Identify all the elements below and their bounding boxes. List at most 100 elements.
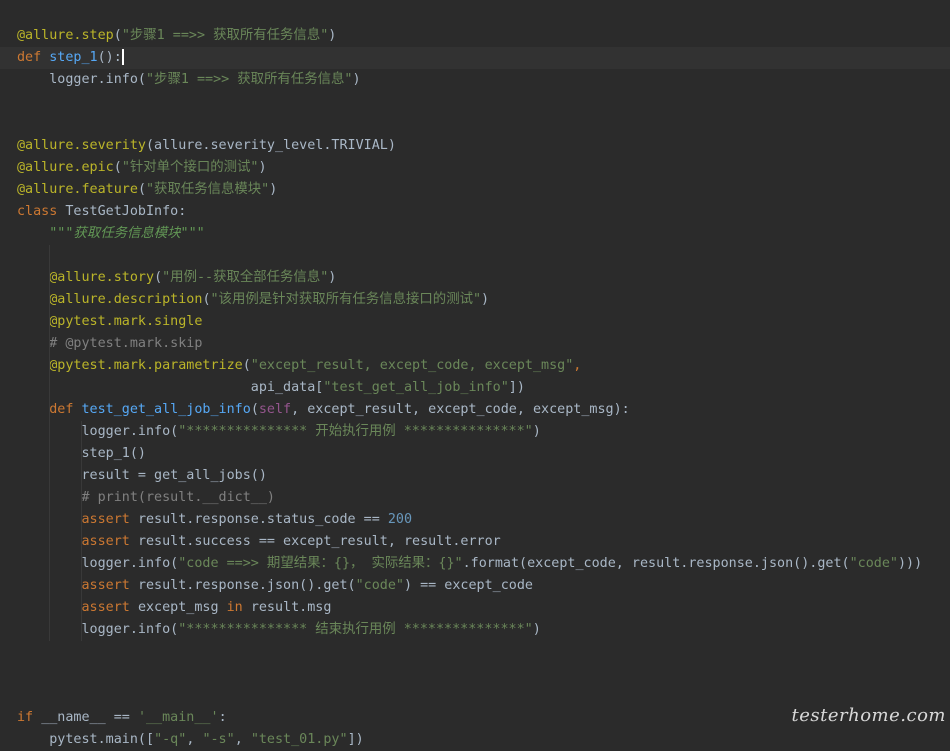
indent-guide [81,421,82,641]
code-token: assert [81,578,138,593]
code-line[interactable]: logger.info("*************** 开始执行用例 ****… [0,421,950,443]
code-line[interactable]: logger.info("*************** 结束执行用例 ****… [0,619,950,641]
code-line[interactable] [0,663,950,685]
code-token: "code ==>> 期望结果：{}， 实际结果：{}" [178,556,463,571]
code-token: test_get_all_job_info [81,402,251,417]
code-text: @allure.epic("针对单个接口的测试") [17,157,267,179]
code-token: result.response.status_code == [137,512,388,527]
code-token: @allure.story [49,270,155,285]
code-token: ) == except_code [403,578,533,593]
code-token: result.response.json().get( [137,578,356,593]
code-text: assert result.response.status_code == 20… [17,509,413,531]
code-editor[interactable]: @allure.step("步骤1 ==>> 获取所有任务信息") def ste… [0,0,950,747]
code-line[interactable]: api_data["test_get_all_job_info"]) [0,377,950,399]
code-token: # print(result.__dict__) [81,490,275,505]
code-line[interactable]: @allure.severity(allure.severity_level.T… [0,135,950,157]
code-line[interactable]: # print(result.__dict__) [0,487,950,509]
code-line[interactable]: def step_1(): [0,47,950,69]
code-token: 200 [387,512,413,527]
code-token: @allure.description [49,292,203,307]
code-token: @allure.severity [17,138,146,153]
code-token: "except_result, except_code, except_msg" [250,358,574,373]
code-token: """获取任务信息模块""" [49,226,205,241]
code-token: "用例--获取全部任务信息" [162,270,329,285]
code-token: "*************** 结束执行用例 ***************" [178,622,533,637]
code-line[interactable]: @pytest.mark.single [0,311,950,333]
code-line[interactable]: @allure.epic("针对单个接口的测试") [0,157,950,179]
code-text: # print(result.__dict__) [17,487,275,509]
code-line[interactable]: """获取任务信息模块""" [0,223,950,245]
code-token: ( [154,270,163,285]
code-token: # @pytest.mark.skip [49,336,203,351]
code-line[interactable]: assert result.response.json().get("code"… [0,575,950,597]
code-token: if [17,710,42,725]
code-token: : [218,710,227,725]
code-line[interactable]: result = get_all_jobs() [0,465,950,487]
code-token: , [234,732,251,747]
code-text: @allure.feature("获取任务信息模块") [17,179,277,201]
code-line[interactable]: class TestGetJobInfo: [0,201,950,223]
code-token: @allure.step [17,28,114,43]
code-token: ]) [347,732,364,747]
code-line[interactable]: @pytest.mark.parametrize("except_result,… [0,355,950,377]
code-text: api_data["test_get_all_job_info"]) [17,377,525,399]
code-token: , [186,732,203,747]
code-token: result = get_all_jobs() [17,468,267,483]
code-line[interactable] [0,91,950,113]
code-line[interactable]: @allure.description("该用例是针对获取所有任务信息接口的测试… [0,289,950,311]
code-token: @pytest.mark.parametrize [49,358,243,373]
code-token: ]) [508,380,525,395]
code-token: ))) [897,556,923,571]
code-token: ) [328,28,337,43]
code-token: logger.info( [17,424,179,439]
code-line[interactable]: @allure.story("用例--获取全部任务信息") [0,267,950,289]
code-text: def step_1(): [17,47,124,69]
code-token: ( [137,182,146,197]
code-line[interactable]: @allure.step("步骤1 ==>> 获取所有任务信息") [0,25,950,47]
code-line[interactable]: assert result.response.status_code == 20… [0,509,950,531]
code-token: ( [113,160,122,175]
code-token: logger.info( [17,556,179,571]
code-line[interactable]: assert except_msg in result.msg [0,597,950,619]
code-line[interactable] [0,245,950,267]
code-token: ( [113,28,122,43]
code-text: @allure.step("步骤1 ==>> 获取所有任务信息") [17,25,336,47]
code-token: "code" [355,578,404,593]
code-text: """获取任务信息模块""" [17,223,205,245]
code-token: '__main__' [137,710,219,725]
code-line[interactable]: assert result.success == except_result, … [0,531,950,553]
text-cursor [121,49,124,65]
code-text: @allure.severity(allure.severity_level.T… [17,135,396,157]
code-token: (allure.severity_level.TRIVIAL) [146,138,396,153]
code-line[interactable]: # @pytest.mark.skip [0,333,950,355]
code-text: logger.info("步骤1 ==>> 获取所有任务信息") [17,69,360,91]
code-token: logger.info( [17,72,146,87]
code-token: assert [81,600,138,615]
code-token: "*************** 开始执行用例 ***************" [178,424,533,439]
code-line[interactable]: step_1() [0,443,950,465]
code-token: pytest.main([ [17,732,155,747]
code-line[interactable]: pytest.main(["-q", "-s", "test_01.py"]) [0,729,950,751]
code-line[interactable] [0,113,950,135]
code-line[interactable]: def test_get_all_job_info(self, except_r… [0,399,950,421]
code-text: pytest.main(["-q", "-s", "test_01.py"]) [17,729,364,751]
code-line[interactable]: logger.info("步骤1 ==>> 获取所有任务信息") [0,69,950,91]
code-line[interactable]: @allure.feature("获取任务信息模块") [0,179,950,201]
code-line[interactable]: logger.info("code ==>> 期望结果：{}， 实际结果：{}"… [0,553,950,575]
code-line[interactable] [0,641,950,663]
code-text: @pytest.mark.single [17,311,202,333]
code-text: @allure.description("该用例是针对获取所有任务信息接口的测试… [17,289,489,311]
code-token: , [573,358,582,373]
code-token: assert [81,534,138,549]
code-token: assert [81,512,138,527]
code-line[interactable] [0,685,950,707]
code-text: result = get_all_jobs() [17,465,267,487]
code-token: in [226,600,251,615]
code-text: assert result.response.json().get("code"… [17,575,533,597]
